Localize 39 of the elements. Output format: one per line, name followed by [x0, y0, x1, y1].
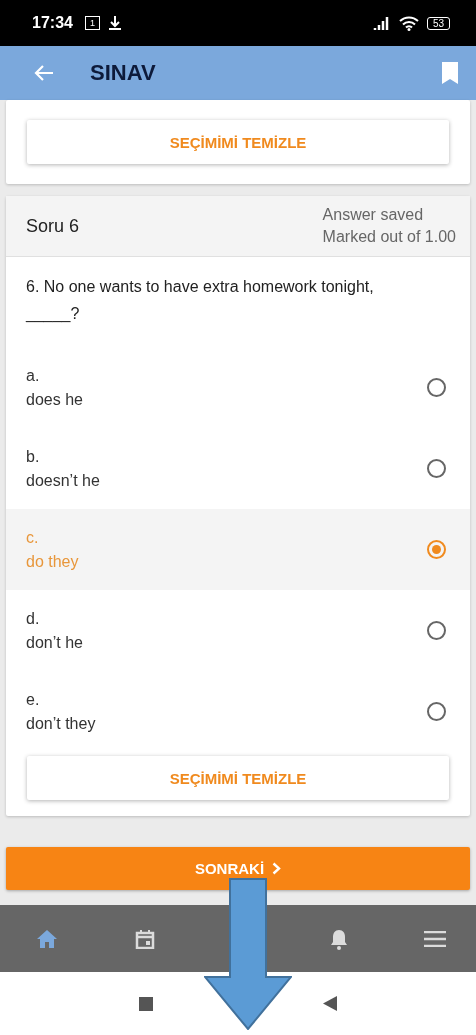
status-time: 17:34 [32, 14, 73, 32]
battery-icon: 53 [426, 16, 450, 30]
option-letter: a. [26, 365, 41, 386]
answer-status: Answer saved [322, 205, 424, 225]
download-icon [107, 15, 122, 31]
radio-button[interactable] [427, 702, 446, 721]
signal-icon [372, 16, 391, 30]
question-number: Soru 6 [26, 215, 80, 237]
home-icon[interactable] [36, 928, 58, 949]
wifi-icon [398, 15, 419, 31]
calendar-icon[interactable] [134, 928, 155, 949]
bell-icon[interactable] [329, 927, 348, 950]
option-text: do they [26, 551, 79, 572]
radio-button[interactable] [427, 459, 446, 478]
bookmark-icon[interactable] [442, 62, 458, 84]
option-text: don’t they [26, 713, 96, 734]
answer-option[interactable]: d. don’t he [6, 590, 470, 671]
option-letter: e. [26, 689, 41, 710]
radio-button[interactable] [427, 540, 446, 559]
question-mark: Marked out of 1.00 [322, 227, 456, 247]
answer-option[interactable]: e. don’t they [6, 671, 470, 752]
question-text: 6. No one wants to have extra homework tonight, _____? [24, 277, 375, 325]
recent-apps-icon[interactable] [139, 996, 153, 1011]
answer-option[interactable]: a. does he [6, 347, 470, 428]
option-text: does he [26, 389, 83, 410]
radio-button[interactable] [427, 621, 446, 640]
option-letter: c. [26, 527, 40, 548]
calendar-notification-icon: 1 [84, 16, 100, 30]
option-letter: d. [26, 608, 41, 629]
answer-option[interactable]: b. doesn’t he [6, 428, 470, 509]
option-letter: b. [26, 446, 41, 467]
option-text: don’t he [26, 632, 83, 653]
back-arrow-icon[interactable] [34, 64, 54, 82]
back-triangle-icon[interactable] [323, 996, 337, 1011]
radio-button[interactable] [427, 378, 446, 397]
chevron-right-icon [272, 862, 282, 875]
option-text: doesn’t he [26, 470, 100, 491]
menu-icon[interactable] [424, 930, 446, 947]
page-title: SINAV [90, 60, 157, 86]
